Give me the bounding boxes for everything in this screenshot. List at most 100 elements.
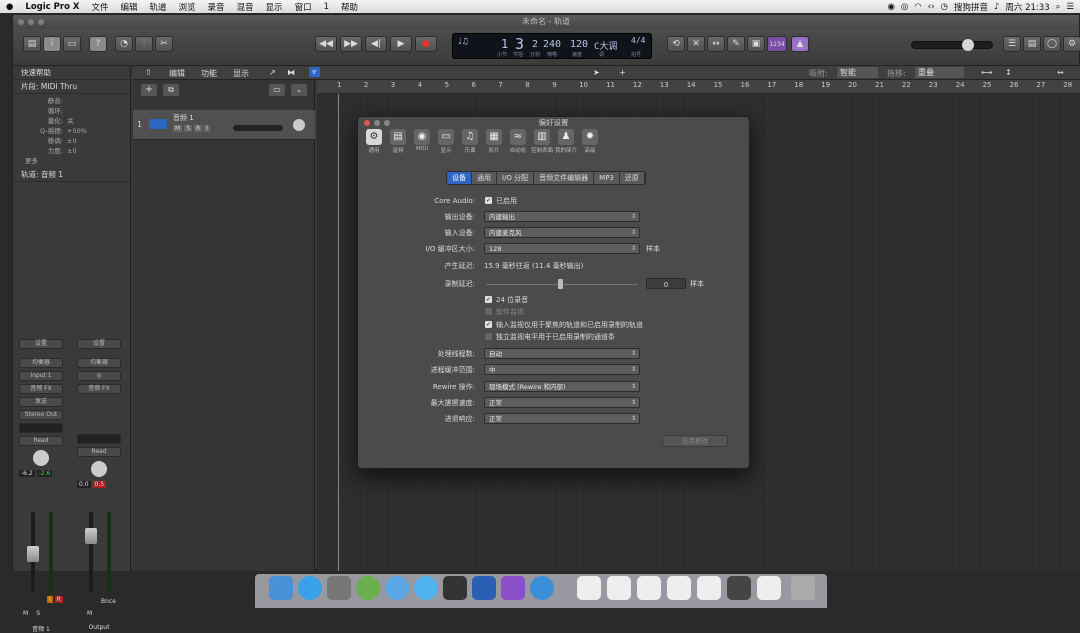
forward-button[interactable]: ▶▶ — [340, 36, 362, 52]
track-solo-button[interactable]: S — [184, 125, 192, 132]
notepad-icon[interactable]: ▤ — [1023, 36, 1041, 52]
quick-help-icon[interactable]: ? — [89, 36, 107, 52]
books-icon[interactable] — [501, 576, 525, 600]
menu-track[interactable]: 轨道 — [143, 1, 172, 13]
mixer-icon[interactable]: ⫶ — [135, 36, 153, 52]
apple-menu-icon[interactable]: ● — [0, 2, 19, 12]
zoom-dialog-icon[interactable] — [384, 120, 390, 126]
logic-pro-icon[interactable] — [443, 576, 467, 600]
functions-menu[interactable]: 功能 — [201, 68, 217, 79]
ruler-bar-number[interactable]: 5 — [445, 81, 449, 89]
ruler-bar-number[interactable]: 1 — [337, 81, 341, 89]
track-input-button[interactable]: I — [204, 125, 210, 132]
close-dialog-icon[interactable] — [364, 120, 370, 126]
ruler-bar-number[interactable]: 6 — [472, 81, 476, 89]
document-thumb-icon[interactable] — [757, 576, 781, 600]
ruler-bar-number[interactable]: 26 — [1010, 81, 1019, 89]
drag-select[interactable]: 重叠 — [915, 67, 964, 78]
minimize-window-icon[interactable] — [28, 19, 34, 25]
safari-icon[interactable] — [298, 576, 322, 600]
app-menu[interactable]: Logic Pro X — [19, 2, 85, 12]
ruler-bar-number[interactable]: 12 — [633, 81, 642, 89]
pan-knob[interactable] — [33, 450, 49, 466]
duplicate-track-icon[interactable]: ⧉ — [163, 84, 179, 96]
output-device-select[interactable]: 内建输出 — [484, 211, 640, 222]
zoom-window-icon[interactable] — [38, 19, 44, 25]
menu-view[interactable]: 显示 — [260, 1, 289, 13]
tuner-icon[interactable]: ✎ — [727, 36, 745, 52]
track-name[interactable]: 音频 1 — [173, 113, 194, 123]
lcd-mode-icon[interactable]: ♩♫ — [457, 37, 468, 47]
up-arrow-icon[interactable]: ⇧ — [145, 68, 152, 77]
track-volume-slider[interactable] — [233, 125, 283, 131]
buffer-size-select[interactable]: 128 — [484, 243, 640, 254]
volume-status-icon[interactable]: ♪ — [994, 2, 999, 12]
tab-audio[interactable]: ▤ 音频 — [386, 129, 410, 159]
pointer-tool-icon[interactable]: ➤ — [593, 68, 600, 77]
fader-cap[interactable] — [85, 528, 97, 544]
24bit-checkbox[interactable]: ✓ — [485, 296, 492, 303]
apply-changes-button[interactable]: 应用更改 — [662, 435, 728, 447]
input-method-label[interactable]: 搜狗拼音 — [954, 1, 988, 13]
ruler-bar-number[interactable]: 27 — [1036, 81, 1045, 89]
close-window-icon[interactable] — [18, 19, 24, 25]
quick-help-section[interactable]: 快速帮助 — [13, 66, 130, 80]
track-row[interactable]: 1 音频 1 M S R I — [133, 110, 315, 140]
word-icon[interactable] — [472, 576, 496, 600]
metronome-icon[interactable]: ▲ — [791, 36, 809, 52]
horizontal-zoom-icon[interactable]: ↔ — [1057, 68, 1064, 77]
add-track-button[interactable]: + — [141, 84, 157, 96]
input-monitor-button[interactable]: I — [47, 596, 53, 603]
audio-fx-slot[interactable]: 音频 FX — [77, 384, 121, 394]
tab-my-info[interactable]: ♟ 我的简介 — [554, 129, 578, 159]
process-buffer-select[interactable]: 中 — [484, 364, 640, 375]
ruler-bar-number[interactable]: 20 — [848, 81, 857, 89]
spotlight-icon[interactable]: ⌕ — [1056, 2, 1061, 12]
ruler-bar-number[interactable]: 13 — [660, 81, 669, 89]
tab-midi[interactable]: ◉ MIDI — [410, 129, 434, 159]
ruler-bar-number[interactable]: 7 — [498, 81, 502, 89]
view-menu[interactable]: 显示 — [233, 68, 249, 79]
tab-score[interactable]: ♫ 乐谱 — [458, 129, 482, 159]
qq-icon[interactable] — [414, 576, 438, 600]
clock[interactable]: 周六 21:33 — [1005, 1, 1049, 13]
tab-automation[interactable]: ≈ 自动化 — [506, 129, 530, 159]
scroll-select[interactable]: 正常 — [484, 413, 640, 424]
system-preferences-icon[interactable] — [327, 576, 351, 600]
code-icon[interactable]: ‹› — [928, 2, 935, 12]
editors-icon[interactable]: ✂ — [155, 36, 173, 52]
rewire-select[interactable]: 现场模式 (Rewire 和内部) — [484, 381, 640, 392]
subtab-mp3[interactable]: MP3 — [594, 172, 620, 184]
group-slot[interactable] — [77, 434, 121, 444]
ruler-bar-number[interactable]: 11 — [606, 81, 615, 89]
menu-browse[interactable]: 浏览 — [173, 1, 202, 13]
record-button[interactable]: ● — [415, 36, 437, 52]
eq-button[interactable]: 均衡器 — [19, 358, 63, 368]
record-enable-button[interactable]: R — [54, 596, 63, 603]
subtab-general[interactable]: 通用 — [472, 172, 497, 184]
replace-icon[interactable]: ✕ — [687, 36, 705, 52]
ruler-bar-number[interactable]: 2 — [364, 81, 368, 89]
document-thumb-icon[interactable] — [727, 576, 751, 600]
subtab-audio-file-editor[interactable]: 音频文件编辑器 — [534, 172, 595, 184]
volume-knob[interactable] — [962, 39, 974, 51]
scrub-select[interactable]: 正常 — [484, 397, 640, 408]
record-delay-stepper[interactable]: 0 — [646, 278, 686, 289]
inspector-icon[interactable]: i — [43, 36, 61, 52]
bar-ruler[interactable]: 1 2 3 4 5 6 7 8 9 10 11 12 13 14 15 16 17 18 19 20 21 22 23 24 2… — [317, 80, 1080, 94]
sends-slot[interactable]: 发送 — [19, 397, 63, 407]
link-slot[interactable]: ◎ — [77, 371, 121, 381]
setting-button[interactable]: 设置 — [19, 339, 63, 349]
list-editors-icon[interactable]: ☰ — [1003, 36, 1021, 52]
core-audio-checkbox[interactable]: ✓ — [485, 197, 492, 204]
subtab-revert[interactable]: 还原 — [619, 172, 645, 184]
menu-edit[interactable]: 编辑 — [114, 1, 143, 13]
tab-general[interactable]: ⚙ 通用 — [362, 129, 386, 159]
ruler-bar-number[interactable]: 18 — [794, 81, 803, 89]
document-thumb-icon[interactable] — [697, 576, 721, 600]
tab-control-surfaces[interactable]: ▥ 控制表面 — [530, 129, 554, 159]
rewind-button[interactable]: ◀◀ — [315, 36, 337, 52]
quicktime-icon[interactable] — [530, 576, 554, 600]
vertical-zoom-icon[interactable]: ↕ — [1005, 68, 1012, 77]
group-slot[interactable] — [19, 423, 63, 433]
